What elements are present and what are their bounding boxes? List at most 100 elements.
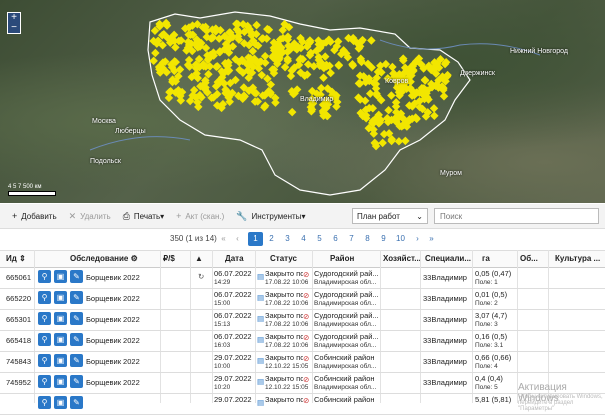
map-label: Владимир <box>300 96 334 103</box>
chevron-down-icon: ▾ <box>160 211 165 221</box>
row-date: 29.07.2022 <box>214 353 252 362</box>
zoom-control[interactable]: + − <box>7 12 21 34</box>
last-page-button[interactable]: » <box>424 232 439 246</box>
row-status: Закрыто по... <box>265 332 303 341</box>
row-survey: Борщевик 2022 <box>86 294 140 303</box>
table-row[interactable]: 745843 ⚲ ▣ ✎ Борщевик 2022 29.07.2022 10:00 ▤ За… <box>0 351 605 373</box>
search-input[interactable]: Поиск <box>434 208 599 224</box>
edit-icon[interactable]: ✎ <box>70 312 83 325</box>
act-button[interactable]: + Акт (скан.) <box>176 211 224 221</box>
row-ha: 0,4 (0,4) <box>475 374 503 383</box>
page-button[interactable]: 1 <box>248 232 263 246</box>
row-id: 665301 <box>6 315 32 324</box>
image-icon[interactable]: ▣ <box>54 375 67 388</box>
row-field: Поле: 1 <box>475 279 498 286</box>
location-pin-icon[interactable]: ⚲ <box>38 333 51 346</box>
row-district: Собинский район <box>314 353 375 362</box>
column-header-spec[interactable]: Специали... <box>425 254 471 263</box>
column-header-date[interactable]: Дата <box>225 254 244 263</box>
map-view[interactable]: + − Москва Нижний Новгород Дзержинск Вла… <box>0 0 605 203</box>
edit-icon[interactable]: ✎ <box>70 333 83 346</box>
row-region: Владимирская обл... <box>314 279 377 286</box>
column-header-district[interactable]: Район <box>330 254 354 263</box>
table-row[interactable]: ⚲▣✎29.07.2022▤Закрыто по...⊘Собинский ра… <box>0 393 605 415</box>
page-button[interactable]: 8 <box>360 232 375 246</box>
page-button[interactable]: 6 <box>328 232 343 246</box>
edit-icon[interactable]: ✎ <box>70 270 83 283</box>
location-pin-icon[interactable]: ⚲ <box>38 312 51 325</box>
location-pin-icon[interactable]: ⚲ <box>38 375 51 388</box>
row-district: Судогодский рай... <box>314 332 378 341</box>
tools-button[interactable]: 🔧 Инструменты ▾ <box>236 211 305 222</box>
page-button[interactable]: 2 <box>264 232 279 246</box>
location-pin-icon[interactable]: ⚲ <box>38 291 51 304</box>
row-field: Поле: 3 <box>475 321 498 328</box>
image-icon[interactable]: ▣ <box>54 354 67 367</box>
status-icon: ⊘ <box>303 354 310 363</box>
first-page-button[interactable]: « <box>216 232 231 246</box>
row-ha: 0,01 (0,5) <box>475 290 508 299</box>
page-button[interactable]: 4 <box>296 232 311 246</box>
column-header-culture[interactable]: Культура ... <box>555 254 600 263</box>
row-district: Собинский район <box>314 374 375 383</box>
delete-button[interactable]: ✕ Удалить <box>69 211 111 222</box>
row-district: Судогодский рай... <box>314 311 378 320</box>
table-row[interactable]: 665061 ⚲ ▣ ✎ Борщевик 2022 06.07.2022 14:29 ▤ За… <box>0 267 605 289</box>
edit-icon[interactable]: ✎ <box>70 354 83 367</box>
edit-icon[interactable]: ✎ <box>70 375 83 388</box>
row-status-date: 17.08.22 10:06 <box>265 300 309 307</box>
add-button[interactable]: + Добавить <box>12 211 57 221</box>
row-spec: 33Владимир <box>423 378 467 387</box>
row-ha: 0,05 (0,47) <box>475 269 512 278</box>
image-icon[interactable]: ▣ <box>54 333 67 346</box>
edit-icon[interactable]: ✎ <box>70 291 83 304</box>
chevron-down-icon: ▾ <box>301 211 306 221</box>
row-date: 29.07.2022 <box>214 374 252 383</box>
zoom-out-button[interactable]: − <box>8 23 20 33</box>
status-icon: ⊘ <box>303 270 310 279</box>
table-row[interactable]: 665220 ⚲ ▣ ✎ Борщевик 2022 06.07.2022 15:00 ▤ За… <box>0 288 605 310</box>
location-pin-icon[interactable]: ⚲ <box>38 354 51 367</box>
row-ha: 3,07 (4,7) <box>475 311 508 320</box>
column-header-status[interactable]: Статус <box>270 254 297 263</box>
page-button[interactable]: 10 <box>393 232 408 246</box>
column-header-warn[interactable]: ▲ <box>195 254 203 263</box>
page-button[interactable]: 5 <box>312 232 327 246</box>
row-spec: 33Владимир <box>423 294 467 303</box>
calendar-icon: ▤ <box>257 293 265 302</box>
image-icon[interactable]: ▣ <box>54 291 67 304</box>
row-date: 06.07.2022 <box>214 290 252 299</box>
plan-select[interactable]: План работ ⌄ <box>352 208 428 224</box>
table-row[interactable]: 665301 ⚲ ▣ ✎ Борщевик 2022 06.07.2022 15:13 ▤ За… <box>0 309 605 331</box>
column-header-ha[interactable]: га <box>482 254 490 263</box>
row-survey: Борщевик 2022 <box>86 336 140 345</box>
next-page-button[interactable]: › <box>410 232 425 246</box>
status-icon: ⊘ <box>303 375 310 384</box>
page-button[interactable]: 9 <box>376 232 391 246</box>
location-pin-icon[interactable]: ⚲ <box>38 270 51 283</box>
column-header-id[interactable]: Ид ⇕ <box>6 254 26 263</box>
row-status-date: 17.08.22 10:06 <box>265 279 309 286</box>
row-spec: 33Владимир <box>423 315 467 324</box>
page-button[interactable]: 3 <box>280 232 295 246</box>
row-field: Поле: 2 <box>475 300 498 307</box>
prev-page-button[interactable]: ‹ <box>230 232 245 246</box>
column-header-rub[interactable]: ₽/$ <box>163 254 175 263</box>
row-region: Владимирская обл... <box>314 342 377 349</box>
row-spec: 33Владимир <box>423 336 467 345</box>
page-button[interactable]: 7 <box>344 232 359 246</box>
row-field: Поле: 5 <box>475 384 498 391</box>
table-row[interactable]: 665418 ⚲ ▣ ✎ Борщевик 2022 06.07.2022 16:03 ▤ За… <box>0 330 605 352</box>
plus-icon: + <box>12 211 18 221</box>
column-header-owner[interactable]: Хозяйст... <box>383 254 421 263</box>
column-header-survey[interactable]: Обследование ⚙ <box>70 254 138 263</box>
row-region: Владимирская обл... <box>314 363 377 370</box>
row-survey: Борщевик 2022 <box>86 315 140 324</box>
image-icon[interactable]: ▣ <box>54 312 67 325</box>
image-icon[interactable]: ▣ <box>54 270 67 283</box>
refresh-icon[interactable]: ↻ <box>198 272 204 281</box>
print-button[interactable]: ⎙ Печать ▾ <box>123 211 164 222</box>
column-header-ob[interactable]: Об... <box>520 254 538 263</box>
table-row[interactable]: 745952 ⚲ ▣ ✎ Борщевик 2022 29.07.2022 10:20 ▤ За… <box>0 372 605 394</box>
row-district: Судогодский рай... <box>314 290 378 299</box>
